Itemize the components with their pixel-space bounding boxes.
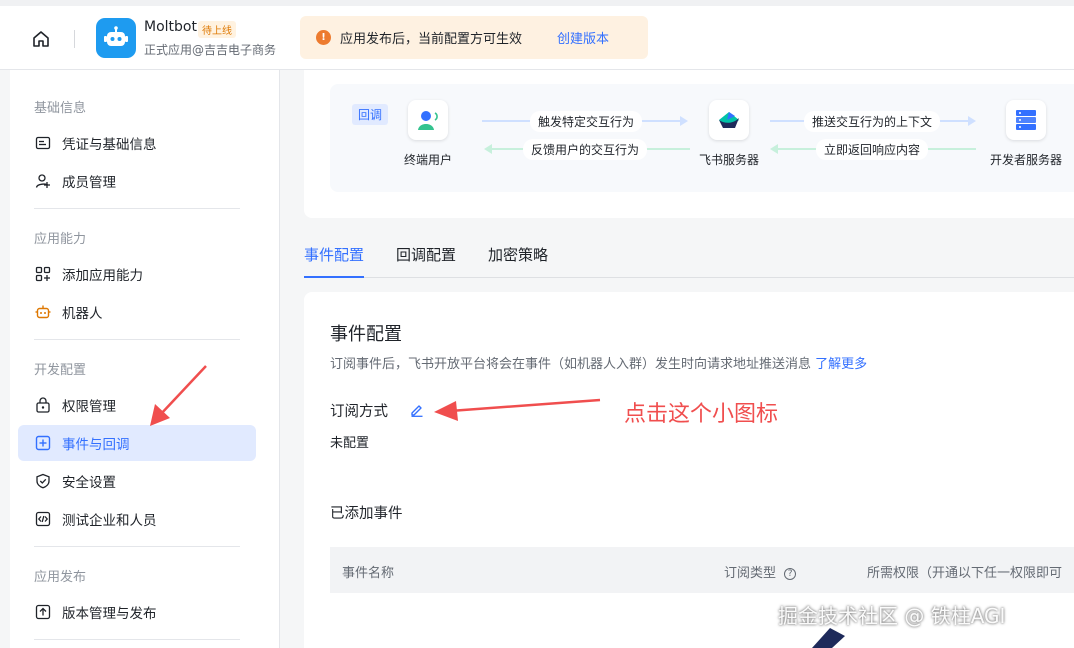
column-header-event-name: 事件名称 — [342, 566, 395, 581]
sidebar-item-label: 成员管理 — [62, 175, 116, 191]
sidebar-item-label: 事件与回调 — [62, 437, 130, 453]
publish-notice: ! 应用发布后，当前配置方可生效 创建版本 — [300, 16, 648, 59]
section-description: 订阅事件后，飞书开放平台将会在事件（如机器人入群）发生时向请求地址推送消息 了解… — [330, 353, 867, 372]
sidebar-divider — [34, 639, 240, 640]
status-badge: 待上线 — [198, 21, 236, 38]
sidebar-item-security[interactable]: 安全设置 — [18, 463, 256, 499]
sidebar: 基础信息 凭证与基础信息 成员管理 应用能力 添加应用能力 机器人 开发配置 权… — [10, 70, 280, 648]
column-header-label: 订阅类型 — [724, 566, 777, 581]
callback-flow-diagram: 回调 终端用户 飞书服务器 开发者服务器 触发特定交互行为 反馈用户的交互行为 … — [330, 84, 1074, 192]
event-icon — [34, 434, 52, 452]
sidebar-item-test-enterprise[interactable]: 测试企业和人员 — [18, 501, 256, 537]
watermark: 掘金技术社区 @ 铁柱AGI — [778, 604, 1006, 628]
browser-strip — [0, 0, 1074, 6]
edit-pencil-icon[interactable] — [408, 401, 426, 419]
node-label: 开发者服务器 — [990, 153, 1063, 167]
sidebar-item-label: 测试企业和人员 — [62, 513, 157, 529]
header-divider — [74, 30, 75, 48]
sidebar-item-label: 凭证与基础信息 — [62, 137, 157, 153]
node-label: 终端用户 — [404, 153, 453, 167]
warning-icon: ! — [316, 30, 331, 45]
flow-step-label: 触发特定交互行为 — [530, 111, 643, 132]
events-table-header: 事件名称 订阅类型 ? 所需权限（开通以下任一权限即可 — [330, 547, 1074, 593]
flow-step-label: 反馈用户的交互行为 — [523, 139, 648, 160]
shield-icon — [34, 472, 52, 490]
sidebar-item-label: 添加应用能力 — [62, 268, 143, 284]
event-config-card — [304, 292, 1074, 648]
lock-icon — [34, 396, 52, 414]
grid-plus-icon — [34, 265, 52, 283]
code-icon — [34, 510, 52, 528]
notice-message: 应用发布后，当前配置方可生效 — [340, 32, 523, 47]
sidebar-item-events-callbacks[interactable]: 事件与回调 — [18, 425, 256, 461]
flow-step-label: 推送交互行为的上下文 — [804, 111, 941, 132]
tab-encryption[interactable]: 加密策略 — [488, 244, 548, 278]
sidebar-item-label: 权限管理 — [62, 399, 116, 415]
sidebar-item-label: 安全设置 — [62, 475, 116, 491]
column-header-subscription-type: 订阅类型 ? — [724, 562, 797, 581]
sidebar-item-add-capability[interactable]: 添加应用能力 — [18, 256, 256, 292]
flow-step-label: 立即返回响应内容 — [816, 139, 929, 160]
end-user-icon — [408, 100, 448, 140]
top-bar: Moltbot 待上线 正式应用@吉吉电子商务 ! 应用发布后，当前配置方可生效… — [0, 0, 1074, 70]
developer-server-icon — [1006, 100, 1046, 140]
sidebar-item-permissions[interactable]: 权限管理 — [18, 387, 256, 423]
config-tabs: 事件配置 回调配置 加密策略 — [304, 244, 1074, 278]
user-plus-icon — [34, 172, 52, 190]
annotation-text: 点击这个小图标 — [624, 402, 779, 427]
sidebar-section-title: 基础信息 — [34, 101, 87, 116]
sidebar-divider — [34, 339, 240, 340]
tab-callback-config[interactable]: 回调配置 — [396, 244, 456, 278]
sidebar-section-title: 应用能力 — [34, 232, 87, 247]
column-header-required-permissions: 所需权限（开通以下任一权限即可 — [867, 566, 1063, 581]
tab-event-config[interactable]: 事件配置 — [304, 244, 365, 278]
home-icon[interactable] — [28, 26, 54, 52]
sidebar-item-label: 版本管理与发布 — [62, 606, 157, 622]
subscription-method-value: 未配置 — [330, 436, 370, 451]
description-text: 订阅事件后，飞书开放平台将会在事件（如机器人入群）发生时向请求地址推送消息 — [330, 357, 812, 372]
app-robot-icon — [96, 18, 136, 58]
sidebar-item-robot[interactable]: 机器人 — [18, 294, 256, 330]
subscription-method-label: 订阅方式 — [330, 404, 388, 420]
app-subtitle: 正式应用@吉吉电子商务 — [144, 43, 277, 57]
node-label: 飞书服务器 — [699, 153, 760, 167]
robot-icon — [34, 303, 52, 321]
sidebar-divider — [34, 208, 240, 209]
learn-more-link[interactable]: 了解更多 — [815, 357, 867, 372]
create-version-link[interactable]: 创建版本 — [557, 28, 609, 47]
sidebar-section-title: 开发配置 — [34, 363, 87, 378]
sidebar-divider — [34, 546, 240, 547]
sidebar-item-members[interactable]: 成员管理 — [18, 163, 256, 199]
id-card-icon — [34, 134, 52, 152]
added-events-title: 已添加事件 — [330, 506, 403, 522]
help-icon[interactable]: ? — [784, 567, 797, 580]
section-title: 事件配置 — [330, 324, 402, 345]
sidebar-section-title: 应用发布 — [34, 570, 87, 585]
feishu-server-icon — [709, 100, 749, 140]
sidebar-item-credentials[interactable]: 凭证与基础信息 — [18, 125, 256, 161]
callback-tag: 回调 — [352, 104, 389, 125]
sidebar-item-version-release[interactable]: 版本管理与发布 — [18, 594, 256, 630]
upload-icon — [34, 603, 52, 621]
sidebar-item-label: 机器人 — [62, 306, 103, 322]
app-name: Moltbot — [144, 19, 197, 35]
